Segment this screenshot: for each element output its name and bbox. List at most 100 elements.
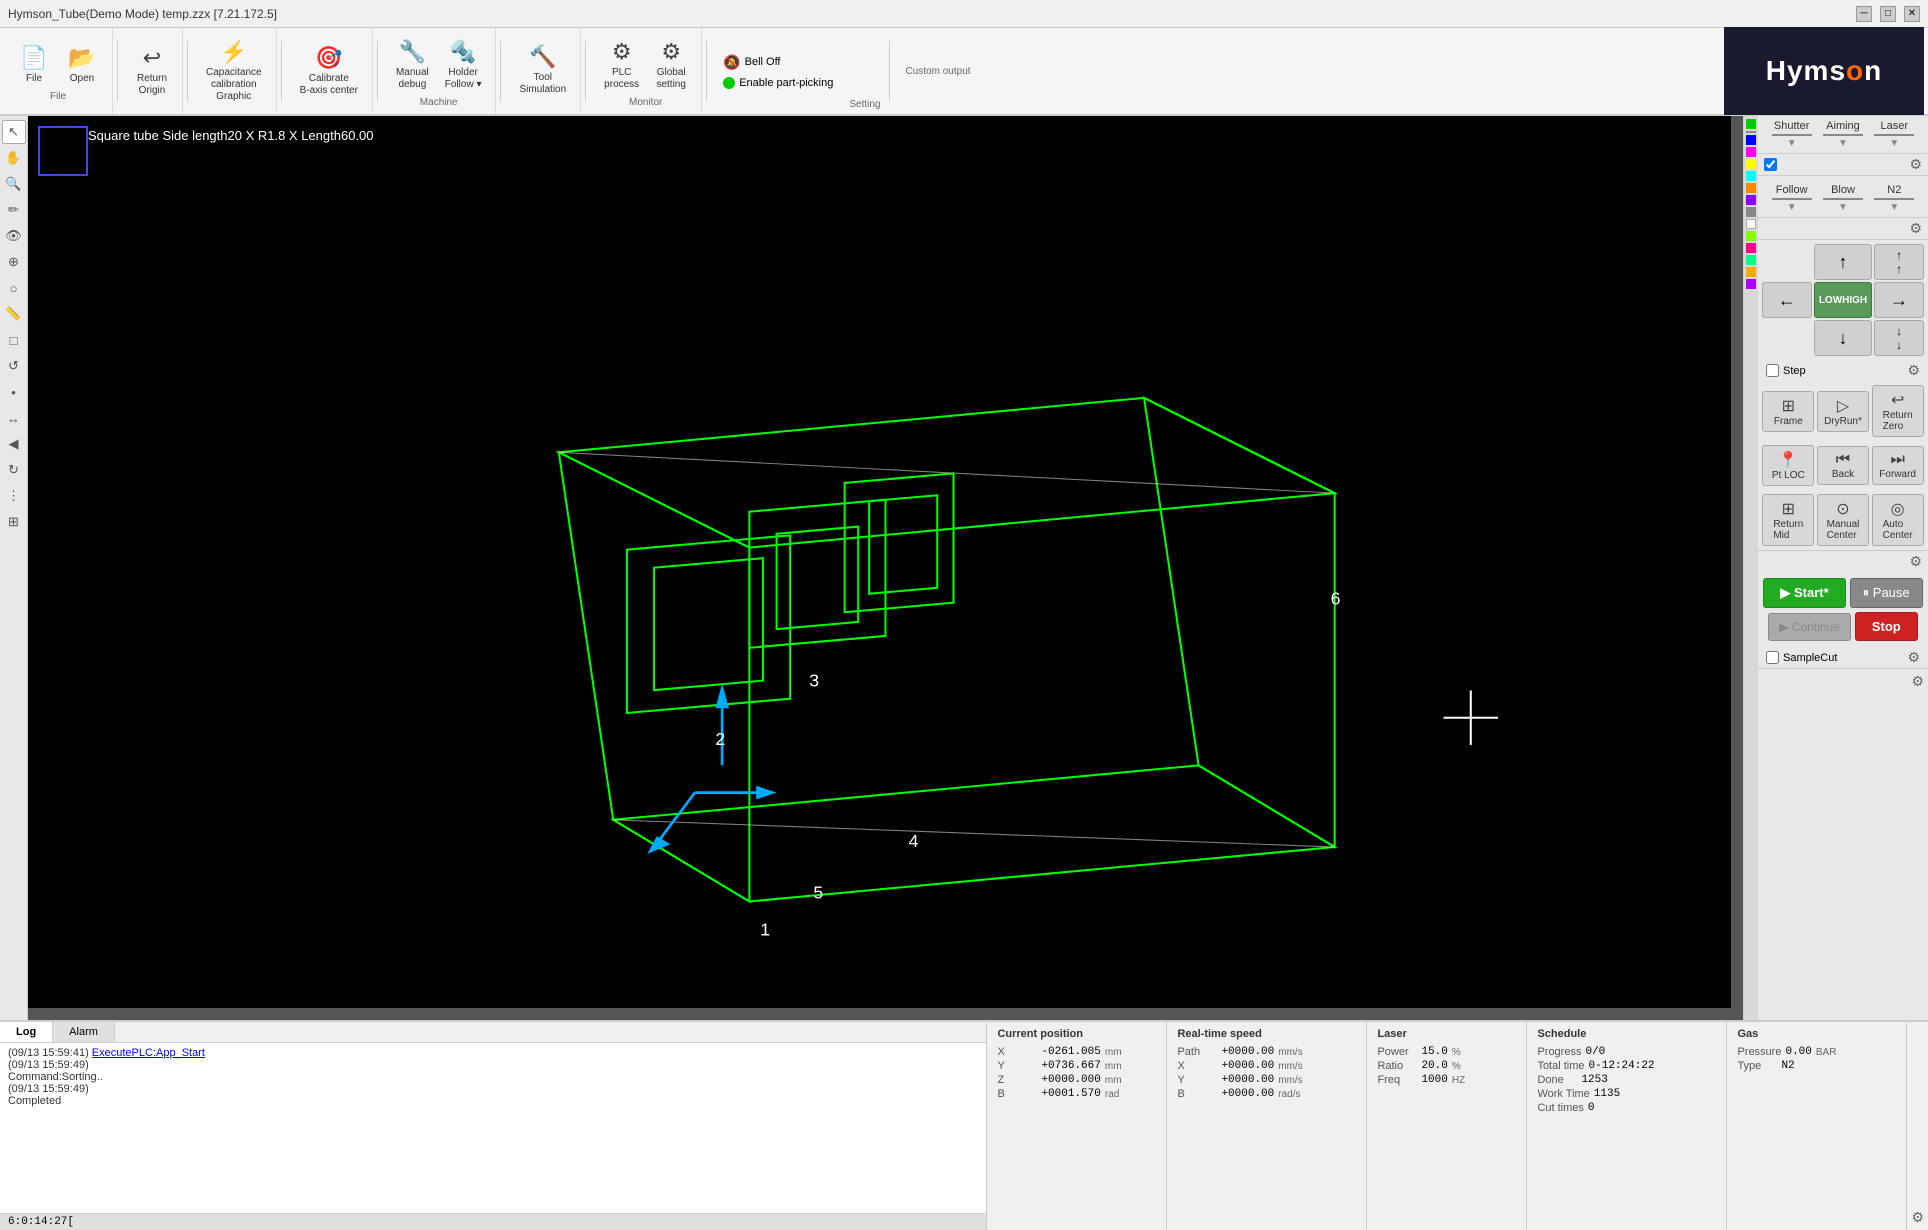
holder-follow-button[interactable]: 🔩 HolderFollow ▾ bbox=[439, 35, 488, 95]
calibrate-button[interactable]: 🎯 CalibrateB-axis center bbox=[294, 41, 364, 101]
manual-debug-button[interactable]: 🔧 Manualdebug bbox=[390, 35, 435, 95]
dir-up-button[interactable]: ↑ bbox=[1814, 244, 1872, 280]
auto-center-icon: ◎ bbox=[1891, 499, 1905, 519]
layer-color-pink[interactable] bbox=[1746, 243, 1756, 253]
active-checkbox[interactable] bbox=[1764, 158, 1777, 171]
dir-empty-2 bbox=[1762, 320, 1812, 356]
rect-tool[interactable]: □ bbox=[2, 328, 26, 352]
forward-button[interactable]: ⏭ Forward bbox=[1872, 446, 1924, 485]
laser-ratio-row: Ratio 20.0 % bbox=[1377, 1060, 1516, 1072]
stretch-tool[interactable]: ↔ bbox=[2, 406, 26, 430]
layer-color-yellow[interactable] bbox=[1746, 159, 1756, 169]
return-origin-button[interactable]: ↩ ReturnOrigin bbox=[130, 41, 174, 101]
viewport[interactable]: Square tube Side length20 X R1.8 X Lengt… bbox=[28, 116, 1743, 1020]
frame-button[interactable]: ⊞ Frame bbox=[1762, 391, 1814, 432]
return-zero-button[interactable]: ↩ ReturnZero bbox=[1872, 385, 1924, 437]
layer-color-mint[interactable] bbox=[1746, 255, 1756, 265]
aiming-arrow: ▼ bbox=[1838, 138, 1848, 149]
center-gear-icon[interactable]: ⚙ bbox=[1909, 553, 1922, 570]
speed-x-value: +0000.00 bbox=[1221, 1060, 1274, 1072]
speed-b-label: B bbox=[1177, 1088, 1217, 1100]
dir-down-button[interactable]: ↓ bbox=[1814, 320, 1872, 356]
layer-color-violet[interactable] bbox=[1746, 279, 1756, 289]
undo-tool[interactable]: ↺ bbox=[2, 354, 26, 378]
measure-tool[interactable]: 📏 bbox=[2, 302, 26, 326]
layer-color-blue[interactable] bbox=[1746, 135, 1756, 145]
stop-button[interactable]: Stop bbox=[1855, 612, 1918, 641]
bottom-right-gear-icon[interactable]: ⚙ bbox=[1911, 1209, 1924, 1226]
layer-color-magenta[interactable] bbox=[1746, 147, 1756, 157]
sample-cut-checkbox[interactable] bbox=[1766, 651, 1779, 664]
layer-color-purple[interactable] bbox=[1746, 195, 1756, 205]
log-section: Log Alarm (09/13 15:59:41) ExecutePLC:Ap… bbox=[0, 1022, 987, 1230]
layer-color-gold[interactable] bbox=[1746, 267, 1756, 277]
dir-left-button[interactable]: ← bbox=[1762, 282, 1812, 318]
fbn-gear-icon[interactable]: ⚙ bbox=[1909, 220, 1922, 237]
monitor-label: Monitor bbox=[629, 97, 662, 108]
select-tool[interactable]: ↖ bbox=[2, 120, 26, 144]
node-tool[interactable]: ⊞ bbox=[2, 510, 26, 534]
window-controls[interactable]: ─ □ ✕ bbox=[1856, 6, 1920, 22]
minimize-button[interactable]: ─ bbox=[1856, 6, 1872, 22]
pause-button[interactable]: ⏸ Pause bbox=[1850, 578, 1923, 608]
continue-button[interactable]: ▶ Continue bbox=[1768, 613, 1851, 641]
new-file-label: File bbox=[26, 73, 42, 85]
forward-icon: ⏭ bbox=[1890, 451, 1904, 469]
log-link-1[interactable]: ExecutePLC:App_Start bbox=[92, 1047, 205, 1059]
toolbar-group-return: ↩ ReturnOrigin bbox=[122, 28, 183, 114]
auto-center-button[interactable]: ◎ AutoCenter bbox=[1872, 494, 1924, 546]
manual-center-button[interactable]: ⊙ ManualCenter bbox=[1817, 494, 1869, 546]
step-gear-icon[interactable]: ⚙ bbox=[1907, 362, 1920, 379]
low-high-button[interactable]: LOW HIGH bbox=[1814, 282, 1872, 318]
tool-simulation-button[interactable]: 🔨 ToolSimulation bbox=[513, 40, 572, 100]
hand-tool[interactable]: ✋ bbox=[2, 146, 26, 170]
alarm-tab[interactable]: Alarm bbox=[53, 1022, 115, 1042]
bell-off-button[interactable]: 🔕 Bell Off bbox=[723, 54, 833, 71]
circle-tool[interactable]: ○ bbox=[2, 276, 26, 300]
speed-y-unit: mm/s bbox=[1278, 1075, 1302, 1086]
brand-logo: Hymson bbox=[1724, 27, 1924, 115]
layer-color-gray[interactable] bbox=[1746, 207, 1756, 217]
layer-color-white[interactable] bbox=[1746, 219, 1756, 229]
layer-color-orange[interactable] bbox=[1746, 183, 1756, 193]
return-mid-button[interactable]: ⊞ ReturnMid bbox=[1762, 494, 1814, 546]
log-content[interactable]: (09/13 15:59:41) ExecutePLC:App_Start (0… bbox=[0, 1043, 986, 1213]
bottom-gear-icon[interactable]: ⚙ bbox=[1911, 673, 1924, 690]
open-file-button[interactable]: 📂 Open bbox=[60, 41, 104, 89]
dry-run-button[interactable]: ▷ DryRun* bbox=[1817, 391, 1869, 432]
dir-down-right-button[interactable]: ↓↓ bbox=[1874, 320, 1924, 356]
close-button[interactable]: ✕ bbox=[1904, 6, 1920, 22]
zoom-tool[interactable]: 🔍 bbox=[2, 172, 26, 196]
plc-process-button[interactable]: ⚙ PLCprocess bbox=[598, 35, 645, 95]
pencil-tool[interactable]: ✏ bbox=[2, 198, 26, 222]
dot-tool[interactable]: • bbox=[2, 380, 26, 404]
gas-type-row: Type N2 bbox=[1737, 1060, 1896, 1072]
layer-color-lime[interactable] bbox=[1746, 231, 1756, 241]
arrow-left-tool[interactable]: ◀ bbox=[2, 432, 26, 456]
schedule-cuttimes-value: 0 bbox=[1588, 1102, 1595, 1114]
dots-v-tool[interactable]: ⋮ bbox=[2, 484, 26, 508]
eye-tool[interactable]: 👁 bbox=[2, 224, 26, 248]
layer-color-green[interactable] bbox=[1746, 119, 1756, 129]
toolbar-sep-3 bbox=[281, 41, 282, 101]
viewport-scrollbar-horizontal[interactable] bbox=[28, 1008, 1743, 1020]
capacitance-button[interactable]: ⚡ CapacitancecalibrationGraphic bbox=[200, 35, 268, 107]
enable-part-picking-button[interactable]: Enable part-picking bbox=[723, 77, 833, 89]
sample-cut-gear-icon[interactable]: ⚙ bbox=[1907, 649, 1920, 666]
zoom-in-tool[interactable]: ⊕ bbox=[2, 250, 26, 274]
dir-up-right-button[interactable]: ↑↑ bbox=[1874, 244, 1924, 280]
viewport-scrollbar-vertical[interactable] bbox=[1731, 116, 1743, 1020]
start-button[interactable]: ▶ Start* bbox=[1763, 578, 1845, 608]
new-file-button[interactable]: 📄 File bbox=[12, 41, 56, 89]
bell-off-label: Bell Off bbox=[745, 56, 781, 68]
rotate-tool[interactable]: ↻ bbox=[2, 458, 26, 482]
log-tab[interactable]: Log bbox=[0, 1022, 53, 1042]
global-setting-button[interactable]: ⚙ Globalsetting bbox=[649, 35, 693, 95]
back-button[interactable]: ⏮ Back bbox=[1817, 446, 1869, 485]
pt-loc-button[interactable]: 📍 Pt LOC bbox=[1762, 445, 1814, 486]
maximize-button[interactable]: □ bbox=[1880, 6, 1896, 22]
step-checkbox[interactable] bbox=[1766, 364, 1779, 377]
layer-color-cyan[interactable] bbox=[1746, 171, 1756, 181]
sal-gear-icon[interactable]: ⚙ bbox=[1909, 156, 1922, 173]
dir-right-button[interactable]: → bbox=[1874, 282, 1924, 318]
